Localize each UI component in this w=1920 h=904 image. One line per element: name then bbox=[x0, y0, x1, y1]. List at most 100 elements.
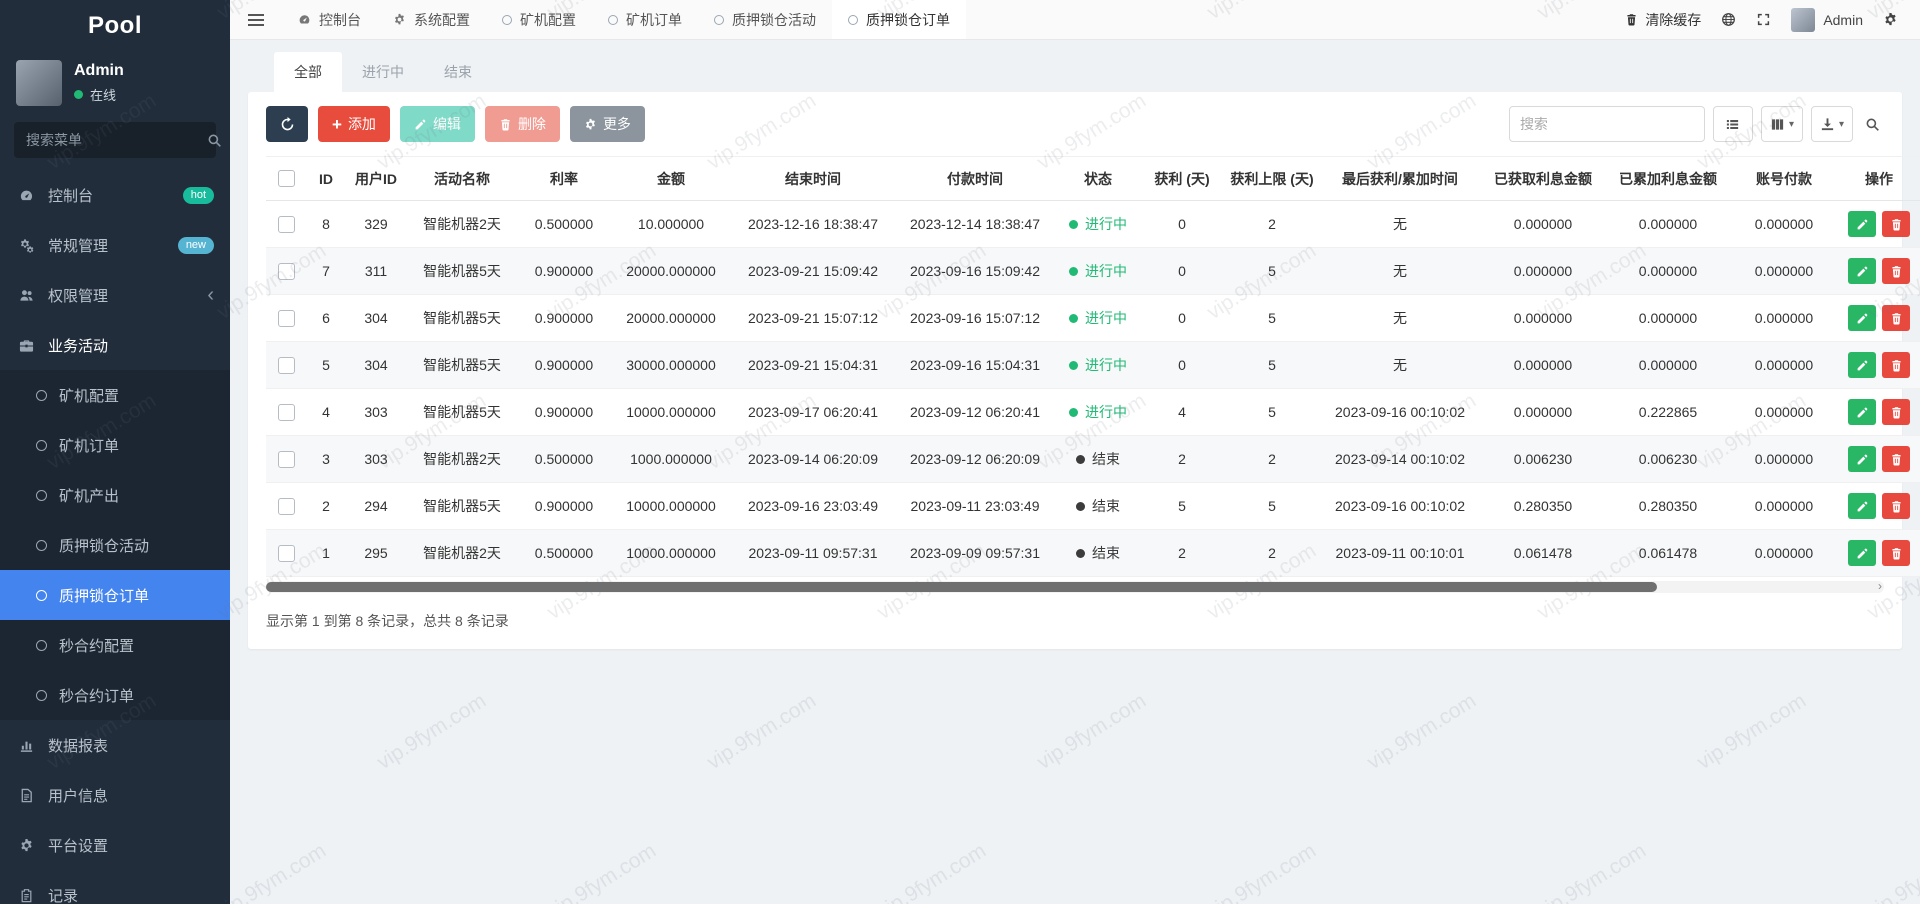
sidebar-search-input[interactable] bbox=[26, 132, 207, 148]
sidebar-item-0[interactable]: 控制台hot bbox=[0, 170, 230, 220]
column-header[interactable]: 利率 bbox=[518, 157, 610, 201]
topbar-tab-4[interactable]: 质押锁仓活动 bbox=[698, 0, 832, 39]
detail-view-button[interactable] bbox=[1713, 106, 1753, 142]
row-edit-button[interactable] bbox=[1848, 446, 1876, 472]
settings-icon[interactable] bbox=[1883, 12, 1898, 27]
row-delete-button[interactable] bbox=[1882, 540, 1910, 566]
row-checkbox[interactable] bbox=[278, 451, 295, 468]
column-header[interactable]: 状态 bbox=[1056, 157, 1140, 201]
cell-profit-days: 2 bbox=[1140, 436, 1224, 483]
column-header[interactable]: 账号付款 bbox=[1730, 157, 1838, 201]
sidebar-item-label: 平台设置 bbox=[48, 835, 108, 856]
sidebar-bottom-item-2[interactable]: 平台设置 bbox=[0, 820, 230, 870]
row-edit-button[interactable] bbox=[1848, 352, 1876, 378]
row-checkbox[interactable] bbox=[278, 545, 295, 562]
row-delete-button[interactable] bbox=[1882, 446, 1910, 472]
row-edit-button[interactable] bbox=[1848, 305, 1876, 331]
column-header[interactable]: 已累加利息金额 bbox=[1606, 157, 1730, 201]
topbar-tab-0[interactable]: 控制台 bbox=[282, 0, 377, 39]
topbar-right: 清除缓存 Admin bbox=[1625, 0, 1920, 39]
row-edit-button[interactable] bbox=[1848, 211, 1876, 237]
topbar-tab-1[interactable]: 系统配置 bbox=[377, 0, 486, 39]
row-delete-button[interactable] bbox=[1882, 352, 1910, 378]
sidebar-bottom-item-3[interactable]: 记录 bbox=[0, 870, 230, 904]
horizontal-scrollbar[interactable]: › bbox=[266, 581, 1884, 593]
column-header[interactable]: 结束时间 bbox=[732, 157, 894, 201]
row-edit-button[interactable] bbox=[1848, 493, 1876, 519]
cell-status: 进行中 bbox=[1056, 295, 1140, 342]
sidebar-subitem-1[interactable]: 矿机订单 bbox=[0, 420, 230, 470]
app-window: Pool Admin 在线 控制台hot常规管理new权限管理‹业务活动矿机配置… bbox=[0, 0, 1920, 904]
cell-profit-cap: 5 bbox=[1224, 389, 1320, 436]
sidebar-subitem-5[interactable]: 秒合约配置 bbox=[0, 620, 230, 670]
cell-account-pay: 0.000000 bbox=[1730, 342, 1838, 389]
sidebar-subitem-4[interactable]: 质押锁仓订单 bbox=[0, 570, 230, 620]
row-delete-button[interactable] bbox=[1882, 305, 1910, 331]
column-header[interactable]: 活动名称 bbox=[406, 157, 518, 201]
row-delete-button[interactable] bbox=[1882, 493, 1910, 519]
row-checkbox[interactable] bbox=[278, 216, 295, 233]
trash-icon bbox=[1890, 406, 1903, 419]
sidebar-item-1[interactable]: 常规管理new bbox=[0, 220, 230, 270]
topbar-tab-2[interactable]: 矿机配置 bbox=[486, 0, 592, 39]
row-edit-button[interactable] bbox=[1848, 540, 1876, 566]
column-header[interactable]: ID bbox=[306, 157, 346, 201]
topbar-tab-5[interactable]: 质押锁仓订单 bbox=[832, 0, 966, 39]
row-checkbox[interactable] bbox=[278, 310, 295, 327]
sidebar-subitem-0[interactable]: 矿机配置 bbox=[0, 370, 230, 420]
filter-tab-1[interactable]: 进行中 bbox=[342, 52, 424, 92]
column-header[interactable]: 操作 bbox=[1838, 157, 1920, 201]
more-button[interactable]: 更多 bbox=[570, 106, 645, 142]
edit-button[interactable]: 编辑 bbox=[400, 106, 475, 142]
column-header[interactable]: 用户ID bbox=[346, 157, 406, 201]
table-search-input[interactable] bbox=[1509, 106, 1705, 142]
cell-last-profit-time: 2023-09-16 00:10:02 bbox=[1320, 483, 1480, 530]
select-all-checkbox[interactable] bbox=[278, 170, 295, 187]
column-header[interactable]: 最后获利/累加时间 bbox=[1320, 157, 1480, 201]
sidebar-subitem-6[interactable]: 秒合约订单 bbox=[0, 670, 230, 720]
filter-tab-2[interactable]: 结束 bbox=[424, 52, 492, 92]
sidebar-item-3[interactable]: 业务活动 bbox=[0, 320, 230, 370]
row-delete-button[interactable] bbox=[1882, 399, 1910, 425]
select-all-cell bbox=[266, 157, 306, 201]
row-checkbox[interactable] bbox=[278, 263, 295, 280]
cell-rate: 0.900000 bbox=[518, 248, 610, 295]
delete-button[interactable]: 删除 bbox=[485, 106, 560, 142]
column-header[interactable]: 获利上限 (天) bbox=[1224, 157, 1320, 201]
export-button[interactable]: ▾ bbox=[1811, 106, 1853, 142]
add-button[interactable]: + 添加 bbox=[318, 106, 390, 142]
sidebar-subitem-2[interactable]: 矿机产出 bbox=[0, 470, 230, 520]
sidebar-bottom-item-0[interactable]: 数据报表 bbox=[0, 720, 230, 770]
menu-toggle-button[interactable] bbox=[230, 0, 282, 39]
row-delete-button[interactable] bbox=[1882, 258, 1910, 284]
scrollbar-thumb[interactable] bbox=[266, 582, 1657, 592]
row-delete-button[interactable] bbox=[1882, 211, 1910, 237]
status-dot-icon bbox=[1076, 549, 1085, 558]
search-toggle-button[interactable] bbox=[1861, 117, 1884, 132]
row-checkbox[interactable] bbox=[278, 404, 295, 421]
filter-tab-0[interactable]: 全部 bbox=[274, 52, 342, 92]
row-edit-button[interactable] bbox=[1848, 258, 1876, 284]
clear-cache-button[interactable]: 清除缓存 bbox=[1625, 10, 1701, 30]
table-row: 8329智能机器2天0.50000010.0000002023-12-16 18… bbox=[266, 201, 1920, 248]
column-header[interactable]: 付款时间 bbox=[894, 157, 1056, 201]
sidebar-bottom-item-1[interactable]: 用户信息 bbox=[0, 770, 230, 820]
language-icon[interactable] bbox=[1721, 12, 1736, 27]
column-header[interactable]: 已获取利息金额 bbox=[1480, 157, 1606, 201]
columns-button[interactable]: ▾ bbox=[1761, 106, 1803, 142]
column-header[interactable]: 金额 bbox=[610, 157, 732, 201]
column-header[interactable]: 获利 (天) bbox=[1140, 157, 1224, 201]
sidebar-subitem-3[interactable]: 质押锁仓活动 bbox=[0, 520, 230, 570]
pencil-icon bbox=[1856, 453, 1869, 466]
sidebar-item-2[interactable]: 权限管理‹ bbox=[0, 270, 230, 320]
topbar-tab-3[interactable]: 矿机订单 bbox=[592, 0, 698, 39]
cell-user-id: 295 bbox=[346, 530, 406, 577]
user-menu[interactable]: Admin bbox=[1791, 8, 1863, 32]
scroll-right-arrow-icon[interactable]: › bbox=[1878, 579, 1882, 593]
row-checkbox[interactable] bbox=[278, 498, 295, 515]
row-edit-button[interactable] bbox=[1848, 399, 1876, 425]
row-checkbox[interactable] bbox=[278, 357, 295, 374]
fullscreen-icon[interactable] bbox=[1756, 12, 1771, 27]
trash-icon bbox=[1890, 265, 1903, 278]
refresh-button[interactable] bbox=[266, 106, 308, 142]
